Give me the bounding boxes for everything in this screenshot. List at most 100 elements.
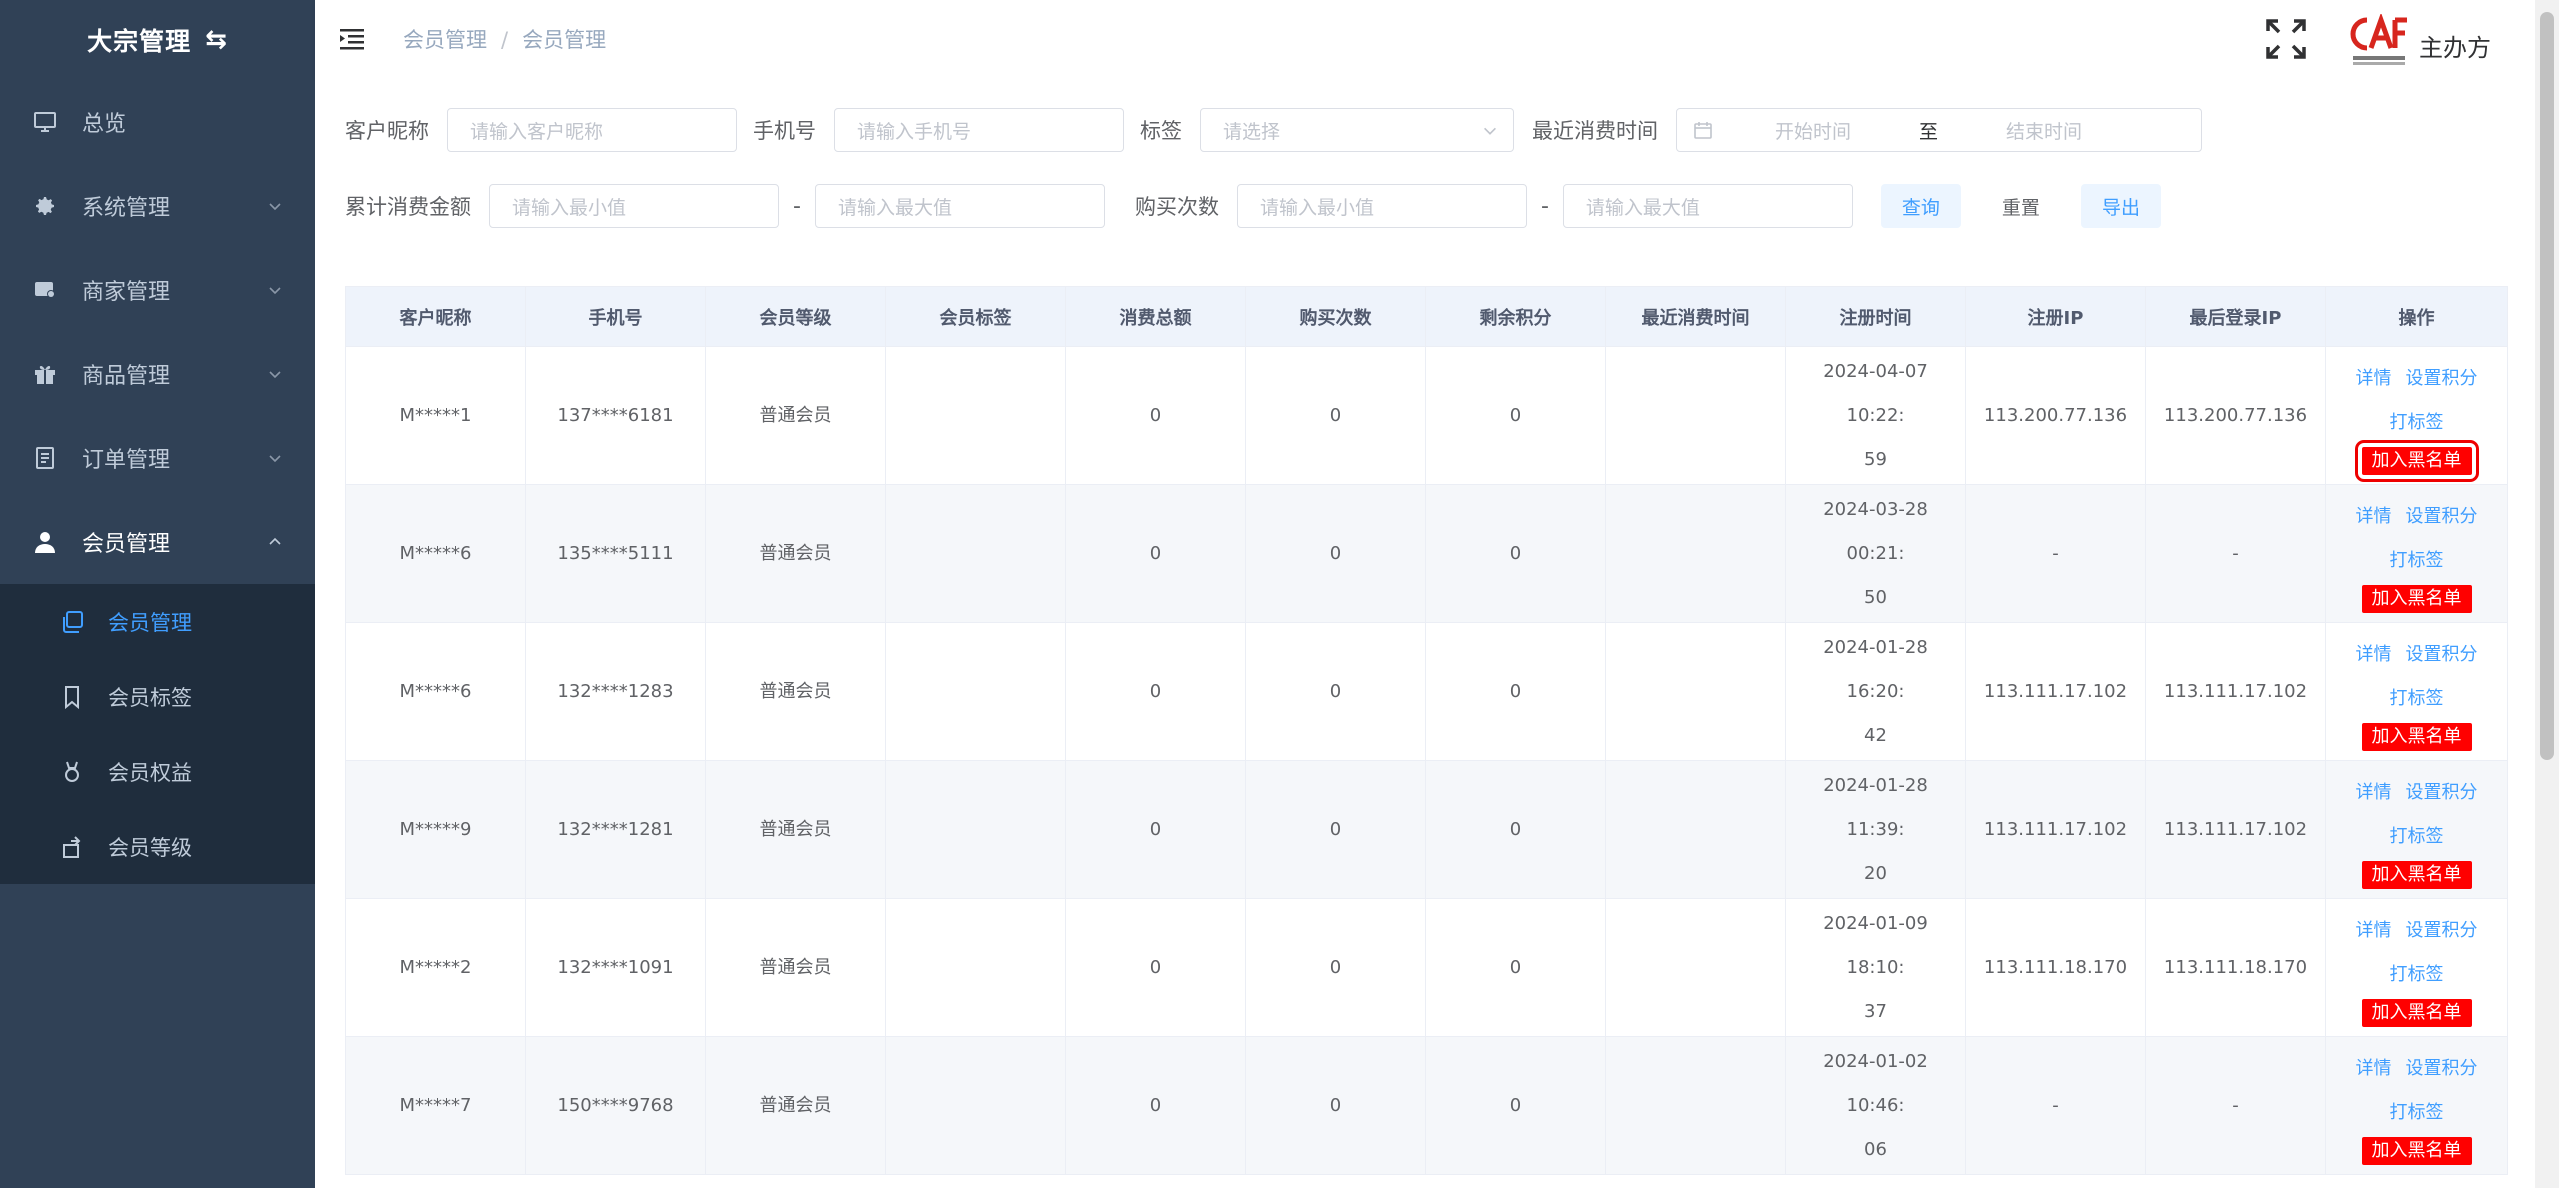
- reg-time-part: 20: [1864, 862, 1887, 884]
- count-label: 购买次数: [1134, 195, 1219, 219]
- submenu-item-label: 会员标签: [108, 685, 192, 710]
- fullscreen-icon[interactable]: [2265, 18, 2307, 60]
- blacklist-button[interactable]: 加入黑名单: [2361, 1136, 2472, 1165]
- detail-link[interactable]: 详情: [2356, 633, 2392, 677]
- phone-label: 手机号: [753, 119, 816, 143]
- set-points-link[interactable]: 设置积分: [2406, 633, 2478, 677]
- amount-min-input[interactable]: 请输入最小值: [489, 184, 779, 228]
- cell-reg-time: 2024-01-28 11:39: 20: [1786, 761, 1966, 899]
- submenu-item-member-level[interactable]: 会员等级: [0, 809, 315, 884]
- cell-total: 0: [1066, 623, 1246, 761]
- chevron-down-icon: [269, 203, 281, 211]
- column-header-phone: 手机号: [526, 287, 706, 347]
- cell-reg-ip: -: [1966, 1037, 2146, 1175]
- detail-link[interactable]: 详情: [2356, 909, 2392, 953]
- sidebar-item-merchant[interactable]: 商家管理: [0, 248, 315, 332]
- tag-select[interactable]: 请选择: [1200, 108, 1514, 152]
- set-points-link[interactable]: 设置积分: [2406, 771, 2478, 815]
- cell-last-ip: 113.111.17.102: [2146, 761, 2326, 899]
- cell-reg-time: 2024-01-02 10:46: 06: [1786, 1037, 1966, 1175]
- breadcrumb-item[interactable]: 会员管理: [403, 28, 487, 52]
- actions-line: 详情 设置积分: [2356, 771, 2478, 815]
- sidebar-item-label: 订单管理: [82, 448, 171, 473]
- detail-link[interactable]: 详情: [2356, 771, 2392, 815]
- set-points-link[interactable]: 设置积分: [2406, 495, 2478, 539]
- blacklist-button[interactable]: 加入黑名单: [2361, 860, 2472, 889]
- cell-count: 0: [1246, 485, 1426, 623]
- cell-phone: 132****1091: [526, 899, 706, 1037]
- set-points-link[interactable]: 设置积分: [2406, 909, 2478, 953]
- cell-actions: 详情 设置积分 打标签 加入黑名单: [2326, 347, 2508, 485]
- reg-time-part: 59: [1864, 448, 1887, 470]
- set-points-link[interactable]: 设置积分: [2406, 357, 2478, 401]
- breadcrumb: 会员管理 / 会员管理: [403, 28, 607, 52]
- tag-label: 标签: [1140, 119, 1182, 143]
- cell-points: 0: [1426, 347, 1606, 485]
- filter-row-1: 客户昵称 请输入客户昵称 手机号 请输入手机号 标签 请选择 最近消费时间 开始…: [345, 108, 2202, 152]
- actions-line: 详情 设置积分: [2356, 633, 2478, 677]
- amount-max-input[interactable]: 请输入最大值: [814, 184, 1105, 228]
- column-header-tags: 会员标签: [886, 287, 1066, 347]
- nickname-label: 客户昵称: [345, 119, 429, 143]
- phone-input[interactable]: 请输入手机号: [834, 108, 1124, 152]
- sidebar-item-member[interactable]: 会员管理: [0, 500, 315, 584]
- count-min-input[interactable]: 请输入最小值: [1236, 184, 1527, 228]
- query-button[interactable]: 查询: [1880, 184, 1961, 228]
- reset-button[interactable]: 重置: [1980, 184, 2061, 228]
- swap-icon[interactable]: ⇆: [205, 25, 228, 55]
- column-header-count: 购买次数: [1246, 287, 1426, 347]
- set-points-link[interactable]: 设置积分: [2406, 1047, 2478, 1091]
- start-date-input[interactable]: 开始时间: [1775, 117, 1851, 144]
- nickname-input[interactable]: 请输入客户昵称: [447, 108, 737, 152]
- cell-nickname: M*****7: [346, 1037, 526, 1175]
- hamburger-icon[interactable]: [339, 26, 365, 52]
- export-button[interactable]: 导出: [2080, 184, 2161, 228]
- cell-total: 0: [1066, 899, 1246, 1037]
- level-icon: [60, 835, 84, 859]
- blacklist-button[interactable]: 加入黑名单: [2361, 722, 2472, 751]
- sidebar-item-overview[interactable]: 总览: [0, 80, 315, 164]
- cell-tags: [886, 1037, 1066, 1175]
- page-scrollbar-thumb[interactable]: [2540, 12, 2554, 760]
- cell-count: 0: [1246, 899, 1426, 1037]
- submenu-item-label: 会员权益: [108, 760, 192, 785]
- blacklist-button[interactable]: 加入黑名单: [2361, 998, 2472, 1027]
- sidebar-item-label: 总览: [82, 112, 127, 137]
- reg-time-part: 37: [1864, 1000, 1887, 1022]
- sidebar-item-label: 会员管理: [82, 532, 171, 557]
- bookmark-icon: [60, 685, 84, 709]
- sidebar-item-order[interactable]: 订单管理: [0, 416, 315, 500]
- column-header-reg-ip: 注册IP: [1966, 287, 2146, 347]
- submenu-item-member-tags[interactable]: 会员标签: [0, 659, 315, 734]
- cell-reg-time: 2024-03-28 00:21: 50: [1786, 485, 1966, 623]
- detail-link[interactable]: 详情: [2356, 1047, 2392, 1091]
- count-max-input[interactable]: 请输入最大值: [1562, 184, 1853, 228]
- end-date-input[interactable]: 结束时间: [2006, 117, 2082, 144]
- cell-count: 0: [1246, 761, 1426, 899]
- sidebar-item-product[interactable]: 商品管理: [0, 332, 315, 416]
- table-row: M*****6 132****1283 普通会员 0 0 0 2024-01-28 16:2…: [346, 623, 2508, 761]
- detail-link[interactable]: 详情: [2356, 495, 2392, 539]
- detail-link[interactable]: 详情: [2356, 357, 2392, 401]
- gift-icon: [32, 361, 58, 387]
- blacklist-button[interactable]: 加入黑名单: [2354, 439, 2479, 482]
- submenu-item-member-rights[interactable]: 会员权益: [0, 734, 315, 809]
- cell-count: 0: [1246, 623, 1426, 761]
- column-header-recent: 最近消费时间: [1606, 287, 1786, 347]
- recent-label: 最近消费时间: [1532, 119, 1658, 143]
- cell-actions: 详情 设置积分 打标签 加入黑名单: [2326, 623, 2508, 761]
- date-range-picker[interactable]: 开始时间 至 结束时间: [1676, 108, 2202, 152]
- gear-icon: [32, 193, 58, 219]
- blacklist-button[interactable]: 加入黑名单: [2361, 584, 2472, 613]
- cell-phone: 132****1283: [526, 623, 706, 761]
- cell-points: 0: [1426, 1037, 1606, 1175]
- cell-last-ip: -: [2146, 485, 2326, 623]
- submenu-item-member-manage[interactable]: 会员管理: [0, 584, 315, 659]
- table-body: M*****1 137****6181 普通会员 0 0 0 2024-04-07 10:2…: [346, 347, 2508, 1175]
- cell-points: 0: [1426, 761, 1606, 899]
- monitor-icon: [32, 109, 58, 135]
- sidebar-item-label: 商家管理: [82, 280, 171, 305]
- reg-time-part: 2024-03-28 00:21:: [1823, 498, 1928, 564]
- amount-label: 累计消费金额: [345, 195, 471, 219]
- sidebar-item-system[interactable]: 系统管理: [0, 164, 315, 248]
